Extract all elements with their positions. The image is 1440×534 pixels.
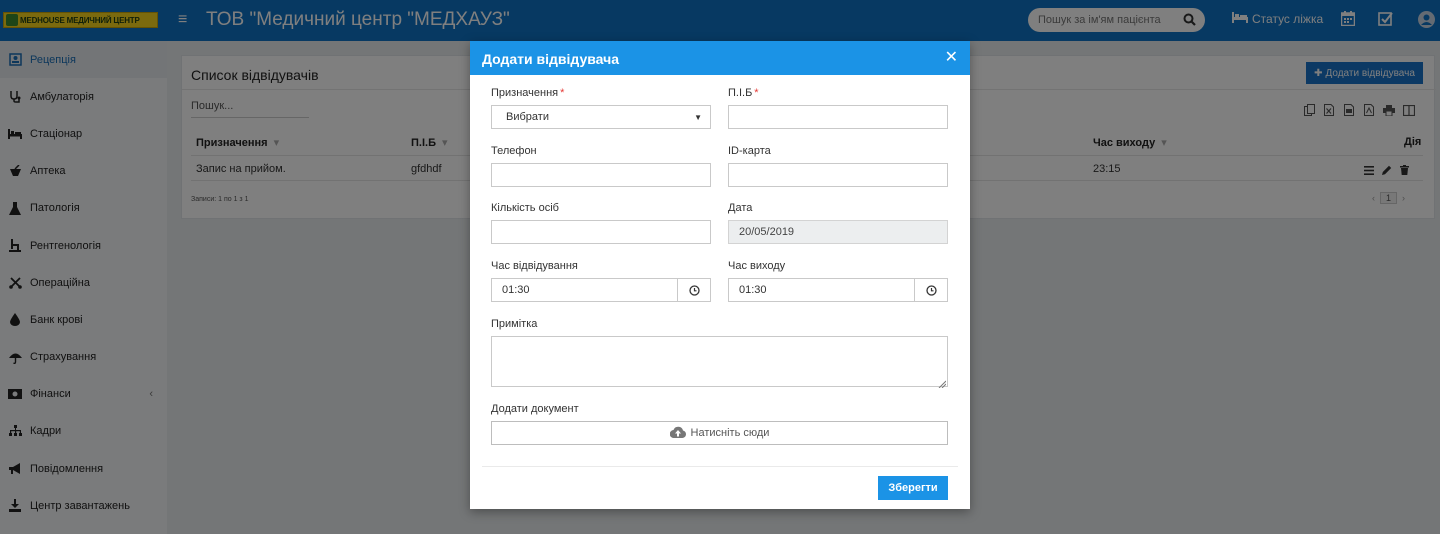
- exit-time-picker[interactable]: 01:30: [728, 278, 948, 302]
- id-card-label: ID-карта: [728, 145, 771, 157]
- document-label: Додати документ: [491, 403, 579, 415]
- name-label: П.І.Б *: [728, 87, 759, 99]
- exit-time-label: Час виходу: [728, 260, 786, 272]
- phone-field[interactable]: [491, 163, 711, 187]
- date-field: [728, 220, 948, 244]
- clock-icon[interactable]: [914, 279, 947, 301]
- modal-title: Додати відвідувача: [482, 51, 620, 67]
- save-button[interactable]: Зберегти: [878, 476, 948, 500]
- note-textarea[interactable]: [491, 336, 948, 389]
- visit-time-picker[interactable]: 01:30: [491, 278, 711, 302]
- clock-icon[interactable]: [677, 279, 710, 301]
- phone-label: Телефон: [491, 145, 537, 157]
- required-mark: *: [754, 87, 759, 99]
- date-label: Дата: [728, 202, 753, 214]
- people-count-label: Кількість осіб: [491, 202, 559, 214]
- upload-document-button[interactable]: Натисніть сюди: [491, 421, 948, 445]
- resize-grip-icon[interactable]: [938, 377, 947, 389]
- upload-document-label: Натисніть сюди: [690, 427, 770, 439]
- visit-time-value[interactable]: 01:30: [492, 279, 677, 301]
- purpose-select-value: Вибрати: [506, 111, 549, 123]
- purpose-select[interactable]: Вибрати ▼: [491, 105, 711, 129]
- note-label: Примітка: [491, 318, 538, 330]
- dropdown-arrow-icon: ▼: [694, 112, 702, 122]
- name-field[interactable]: [728, 105, 948, 129]
- close-icon[interactable]: ✕: [945, 50, 958, 66]
- add-visitor-modal: Додати відвідувача ✕ Призначення * Вибрат…: [470, 41, 970, 509]
- purpose-label: Призначення *: [491, 87, 565, 99]
- people-count-field[interactable]: [491, 220, 711, 244]
- divider: [482, 466, 958, 467]
- id-card-field[interactable]: [728, 163, 948, 187]
- modal-header: Додати відвідувача ✕: [470, 41, 970, 75]
- exit-time-value[interactable]: 01:30: [729, 279, 914, 301]
- cloud-upload-icon: [669, 426, 686, 441]
- visit-time-label: Час відвідування: [491, 260, 578, 272]
- required-mark: *: [560, 87, 565, 99]
